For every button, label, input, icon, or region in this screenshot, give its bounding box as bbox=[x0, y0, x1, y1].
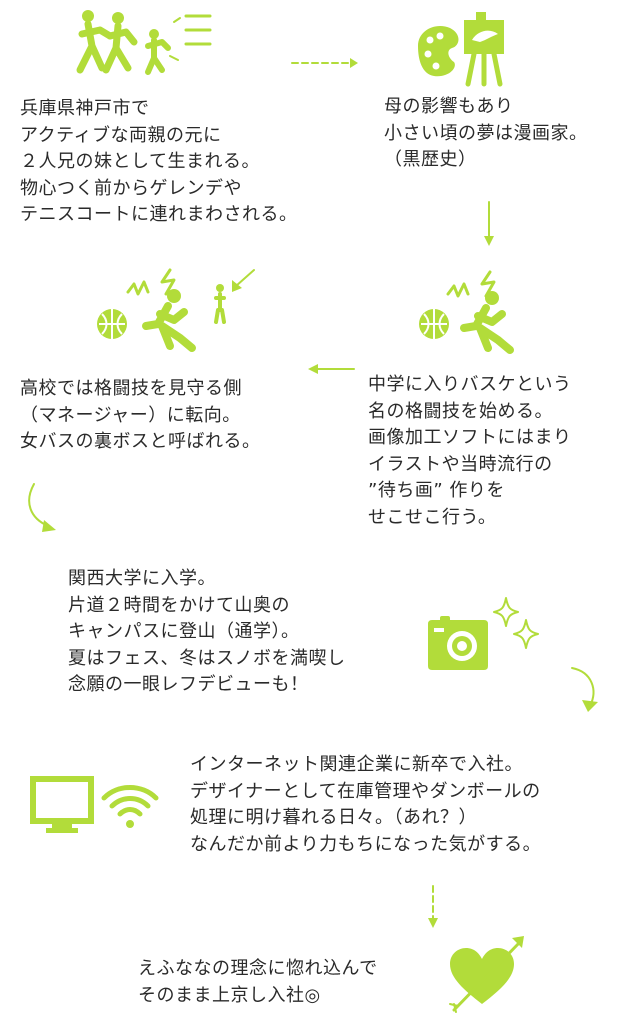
text-line: 母の影響もあり bbox=[384, 96, 514, 117]
text-line: デザイナーとして在庫管理やダンボールの bbox=[190, 780, 541, 802]
text-line: キャンパスに登山（通学）。 bbox=[68, 621, 300, 642]
section-university-text: 関西大学に入学。 片道２時間をかけて山奥の キャンパスに登山（通学）。 夏はフェ… bbox=[68, 566, 346, 699]
section-first-job-text: インターネット関連企業に新卒で入社。 デザイナーとして在庫管理やダンボールの 処… bbox=[190, 752, 541, 858]
section-childhood-text: 母の影響もあり 小さい頃の夢は漫画家。 （黒歴史） bbox=[384, 94, 588, 174]
arrow-right-dashed-icon bbox=[291, 58, 358, 68]
text-line: なんだか前より力もちになった気がする。 bbox=[190, 833, 542, 855]
text-line: 中学に入りバスケという bbox=[368, 374, 572, 395]
camera-sparkle-icon bbox=[428, 597, 539, 670]
curved-arrow-down-icon bbox=[28, 483, 56, 532]
text-line: そのまま上京し入社◎ bbox=[138, 984, 321, 1006]
arrow-down-dashed-icon bbox=[428, 885, 438, 928]
section-middle-school-text: 中学に入りバスケという 名の格闘技を始める。 画像加工ソフトにはまり イラストや… bbox=[368, 372, 572, 531]
text-line: アクティブな両親の元に bbox=[20, 124, 222, 146]
section-high-school-text: 高校では格闘技を見守る側 （マネージャー）に転向。 女バスの裏ボスと呼ばれる。 bbox=[20, 376, 261, 456]
section-current-text: えふななの理念に惚れ込んで そのまま上京し入社◎ bbox=[138, 956, 378, 1009]
section-birth-text: 兵庫県神戸市で アクティブな両親の元に ２人兄の妹として生まれる。 物心つく前か… bbox=[20, 96, 298, 229]
curved-arrow-right-icon bbox=[571, 667, 598, 712]
basketball-icon bbox=[419, 270, 514, 354]
arrow-left-icon bbox=[308, 364, 355, 374]
monitor-wifi-icon bbox=[30, 776, 159, 833]
text-line: インターネット関連企業に新卒で入社。 bbox=[190, 754, 523, 775]
text-line: 関西大学に入学。 bbox=[68, 568, 216, 589]
text-line: 小さい頃の夢は漫画家。 bbox=[384, 122, 588, 144]
family-running-icon bbox=[76, 10, 212, 75]
basketball-manager-icon bbox=[97, 268, 255, 352]
text-line: 兵庫県神戸市で bbox=[20, 98, 150, 119]
text-line: イラストや当時流行の bbox=[368, 453, 553, 475]
text-line: 片道２時間をかけて山奥の bbox=[68, 594, 290, 616]
text-line: 念願の一眼レフデビューも！ bbox=[68, 674, 309, 695]
text-line: 名の格闘技を始める。 bbox=[368, 400, 553, 422]
text-line: 高校では格闘技を見守る側 bbox=[20, 378, 242, 399]
arrow-down-icon bbox=[484, 201, 494, 246]
palette-easel-icon bbox=[418, 12, 504, 87]
heart-arrow-icon bbox=[449, 936, 524, 1013]
text-line: 処理に明け暮れる日々。（あれ？） bbox=[190, 807, 477, 828]
text-line: テニスコートに連れまわされる。 bbox=[20, 204, 298, 225]
text-line: 女バスの裏ボスと呼ばれる。 bbox=[20, 431, 261, 452]
text-line: ”待ち画” 作りを bbox=[368, 480, 505, 501]
text-line: せこせこ行う。 bbox=[368, 506, 497, 528]
text-line: 夏はフェス、冬はスノボを満喫し bbox=[68, 647, 346, 669]
text-line: えふななの理念に惚れ込んで bbox=[138, 958, 378, 979]
text-line: （黒歴史） bbox=[384, 149, 477, 170]
text-line: 物心つく前からゲレンデや bbox=[20, 177, 242, 199]
text-line: （マネージャー）に転向。 bbox=[20, 404, 241, 426]
text-line: 画像加工ソフトにはまり bbox=[368, 427, 572, 448]
text-line: ２人兄の妹として生まれる。 bbox=[20, 151, 260, 172]
